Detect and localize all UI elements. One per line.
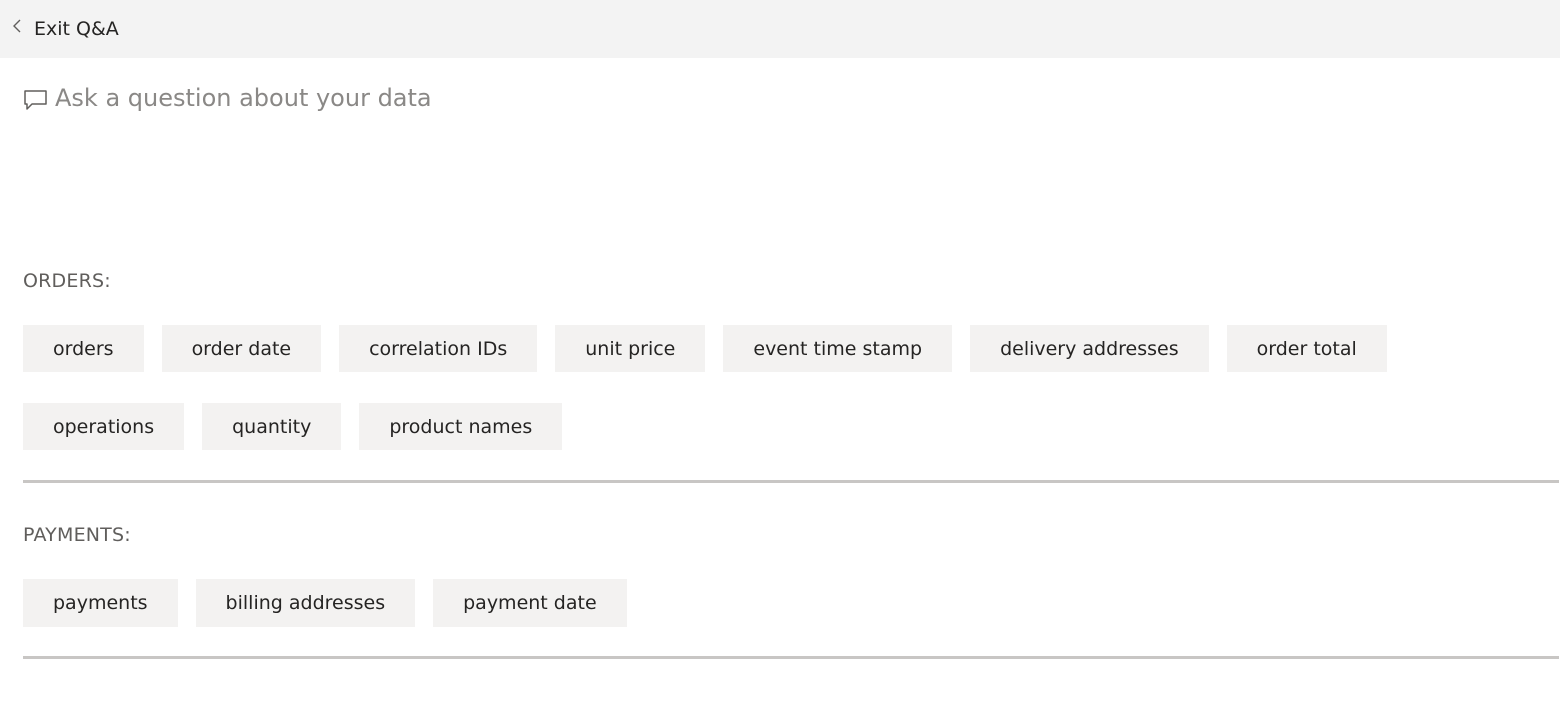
- section-label-orders: ORDERS:: [23, 270, 111, 292]
- suggestion-chip[interactable]: orders: [23, 325, 144, 372]
- speech-bubble-icon: [23, 87, 49, 113]
- section-label-payments: PAYMENTS:: [23, 524, 131, 546]
- payments-chip-row-1: payments billing addresses payment date: [23, 579, 627, 627]
- suggestion-chip[interactable]: payment date: [433, 579, 627, 627]
- top-bar: Exit Q&A: [0, 0, 1560, 58]
- suggestion-chip[interactable]: delivery addresses: [970, 325, 1209, 372]
- suggestion-chip[interactable]: unit price: [555, 325, 706, 372]
- suggestion-chip[interactable]: billing addresses: [195, 579, 416, 627]
- orders-chip-row-1: orders order date correlation IDs unit p…: [23, 325, 1387, 372]
- suggestion-chip[interactable]: payments: [23, 579, 178, 627]
- ask-question-input[interactable]: [55, 84, 955, 112]
- suggestion-chip[interactable]: operations: [23, 403, 185, 450]
- suggestion-chip[interactable]: order date: [161, 325, 322, 372]
- chevron-left-icon: [10, 19, 24, 33]
- suggestion-chip[interactable]: order total: [1226, 325, 1387, 372]
- suggestion-chip[interactable]: event time stamp: [723, 325, 953, 372]
- suggestion-chip[interactable]: product names: [359, 403, 563, 450]
- orders-chip-row-2: operations quantity product names: [23, 403, 563, 450]
- exit-qa-label: Exit Q&A: [34, 18, 119, 40]
- ask-question-box[interactable]: [23, 80, 955, 116]
- suggestion-chip[interactable]: correlation IDs: [339, 325, 538, 372]
- exit-qa-button[interactable]: Exit Q&A: [10, 14, 119, 44]
- section-divider: [23, 656, 1559, 659]
- suggestion-chip[interactable]: quantity: [202, 403, 342, 450]
- section-divider: [23, 480, 1559, 483]
